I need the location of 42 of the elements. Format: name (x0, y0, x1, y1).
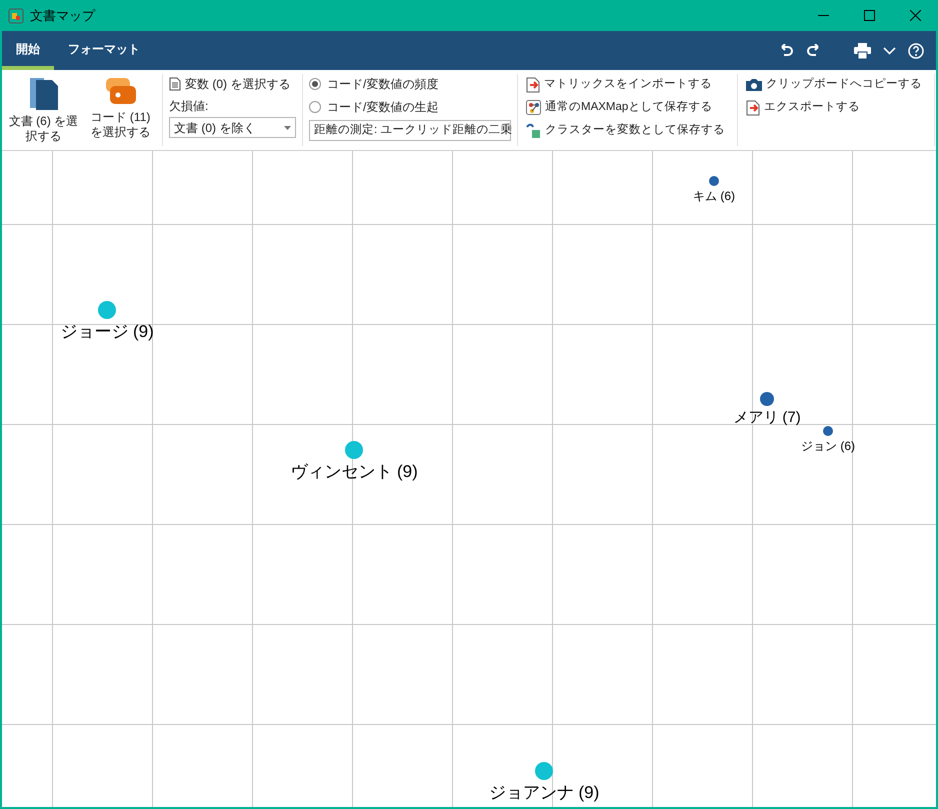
map-point[interactable] (760, 392, 774, 406)
distance-dropdown[interactable]: 距離の測定: ユークリッド距離の二乗 (309, 120, 511, 141)
dropdown-arrow-icon (284, 126, 291, 130)
point-label: ジョージ (9) (60, 323, 154, 340)
point-label: ジョアンナ (9) (488, 784, 600, 801)
network-icon (526, 100, 541, 115)
radio-option[interactable]: コード/変数値の生起 (309, 97, 511, 117)
ribbon-tab[interactable]: フォーマット (54, 31, 154, 70)
radio-button[interactable] (309, 101, 321, 113)
select-variables-button[interactable]: 変数 (0) を選択する (169, 74, 296, 94)
documents-icon (28, 76, 60, 110)
point-label: ヴィンセント (9) (290, 463, 418, 480)
minimize-icon (818, 15, 828, 16)
large-toolbar-button[interactable]: 文書 (6) を選択する (6, 74, 81, 146)
map-point[interactable] (823, 426, 833, 436)
cluster-save-icon (526, 123, 541, 138)
app-icon (8, 8, 24, 24)
toolbar-action[interactable]: エクスポートする (746, 97, 922, 118)
point-label: キム (6) (693, 190, 735, 202)
help-icon[interactable] (908, 42, 924, 58)
maximize-icon (864, 10, 874, 21)
close-icon (910, 10, 920, 21)
window-title: 文書マップ (30, 6, 95, 25)
tags-icon (104, 76, 138, 106)
point-label: メアリ (7) (733, 410, 801, 425)
toolbar-action[interactable]: クリップボードへコピーする (746, 74, 922, 95)
table-icon (169, 77, 181, 91)
missing-values-dropdown[interactable]: 文書 (0) を除く (169, 117, 296, 138)
camera-icon (746, 78, 762, 91)
radio-button[interactable] (309, 78, 321, 90)
missing-values-label: 欠損値: (169, 98, 210, 114)
toolbar-action[interactable]: クラスターを変数として保存する (526, 120, 725, 141)
import-file-icon (526, 76, 540, 92)
large-toolbar-button[interactable]: コード (11) を選択する (83, 74, 158, 146)
chevron-down-icon[interactable] (883, 46, 896, 54)
toolbar-action[interactable]: マトリックスをインポートする (526, 74, 725, 95)
import-file-icon (746, 100, 760, 116)
map-point[interactable] (709, 176, 719, 186)
point-label: ジョン (6) (801, 440, 855, 452)
radio-option[interactable]: コード/変数値の頻度 (309, 74, 511, 94)
printer-icon[interactable] (854, 42, 871, 58)
toolbar-action[interactable]: 通常のMAXMapとして保存する (526, 97, 725, 118)
